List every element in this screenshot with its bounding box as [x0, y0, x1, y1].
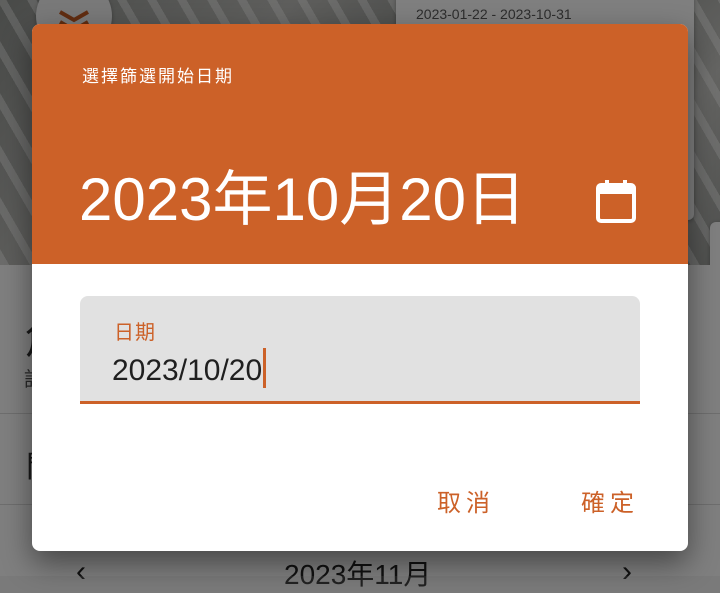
cancel-button[interactable]: 取消 — [424, 476, 508, 524]
date-input-underline — [80, 401, 640, 404]
calendar-mode-toggle[interactable] — [590, 175, 642, 227]
selected-date-headline: 2023年10月20日 — [79, 166, 526, 233]
date-input-value[interactable]: 2023/10/20 — [112, 348, 267, 388]
confirm-button[interactable]: 確定 — [568, 476, 652, 524]
date-input-text: 2023/10/20 — [112, 354, 263, 387]
dialog-title: 選擇篩選開始日期 — [82, 67, 234, 86]
date-input-label: 日期 — [114, 322, 156, 344]
calendar-icon — [596, 180, 636, 223]
date-input-field[interactable]: 日期 2023/10/20 — [80, 296, 640, 404]
text-caret — [263, 348, 267, 388]
dialog-header: 選擇篩選開始日期 2023年10月20日 — [32, 24, 688, 264]
date-picker-dialog: 選擇篩選開始日期 2023年10月20日 日期 2023/10/20 取消 確定 — [32, 24, 688, 551]
